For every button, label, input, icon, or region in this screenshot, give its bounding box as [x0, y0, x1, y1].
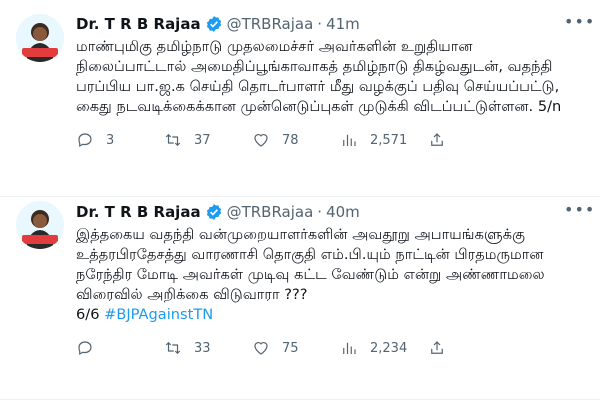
reply-icon [78, 341, 92, 356]
hashtag-link[interactable]: #BJPAgainstTN [104, 306, 213, 323]
like-button[interactable]: 75 [252, 339, 340, 357]
like-icon [254, 134, 268, 147]
author-handle[interactable]: @TRBRajaa [227, 203, 314, 221]
reply-button[interactable]: 3 [76, 131, 164, 149]
separator-dot: · [317, 203, 323, 221]
avatar[interactable] [16, 201, 64, 249]
verified-badge-icon [206, 204, 221, 220]
views-icon [343, 134, 356, 146]
like-count: 78 [282, 132, 299, 148]
more-options-icon[interactable]: ••• [564, 201, 594, 223]
verified-badge-icon [206, 16, 221, 32]
tweet-actions: 3 37 78 2,571 [76, 131, 586, 149]
views-icon [343, 342, 356, 354]
retweet-count: 33 [194, 340, 211, 356]
view-count: 2,571 [370, 132, 408, 148]
separator-dot: · [317, 15, 323, 33]
reply-count: 3 [106, 132, 115, 148]
tweet-text: மாண்புமிகு தமிழ்நாடு முதலமைச்சர் அவர்களி… [76, 38, 564, 115]
tweet-1[interactable]: Dr. T R B Rajaa @TRBRajaa · 41m ••• மாண்… [0, 0, 600, 197]
retweet-button[interactable]: 33 [164, 339, 252, 357]
retweet-icon [165, 341, 181, 355]
reply-button[interactable] [76, 339, 164, 357]
share-icon [431, 133, 443, 146]
retweet-count: 37 [194, 132, 211, 148]
retweet-button[interactable]: 37 [164, 131, 252, 149]
tweet-2[interactable]: Dr. T R B Rajaa @TRBRajaa · 40m ••• இத்த… [0, 197, 600, 400]
author-name[interactable]: Dr. T R B Rajaa [76, 15, 201, 33]
tweet-timestamp[interactable]: 41m [326, 15, 360, 33]
like-button[interactable]: 78 [252, 131, 340, 149]
like-icon [254, 342, 268, 355]
share-button[interactable] [428, 339, 516, 357]
view-count: 2,234 [370, 340, 408, 356]
author-name[interactable]: Dr. T R B Rajaa [76, 203, 201, 221]
like-count: 75 [282, 340, 299, 356]
retweet-icon [165, 133, 181, 147]
more-options-icon[interactable]: ••• [564, 13, 594, 35]
share-icon [431, 341, 443, 354]
views-button[interactable]: 2,571 [340, 131, 428, 149]
tweet-timestamp[interactable]: 40m [326, 203, 360, 221]
share-button[interactable] [428, 131, 516, 149]
avatar[interactable] [16, 14, 64, 62]
tweet-text: இத்தகைய வதந்தி வன்முறையாளர்களின் அவதூறு … [76, 225, 586, 325]
reply-icon [78, 133, 92, 148]
author-handle[interactable]: @TRBRajaa [227, 15, 314, 33]
tweet-actions: 33 75 2,234 [76, 339, 586, 357]
views-button[interactable]: 2,234 [340, 339, 428, 357]
